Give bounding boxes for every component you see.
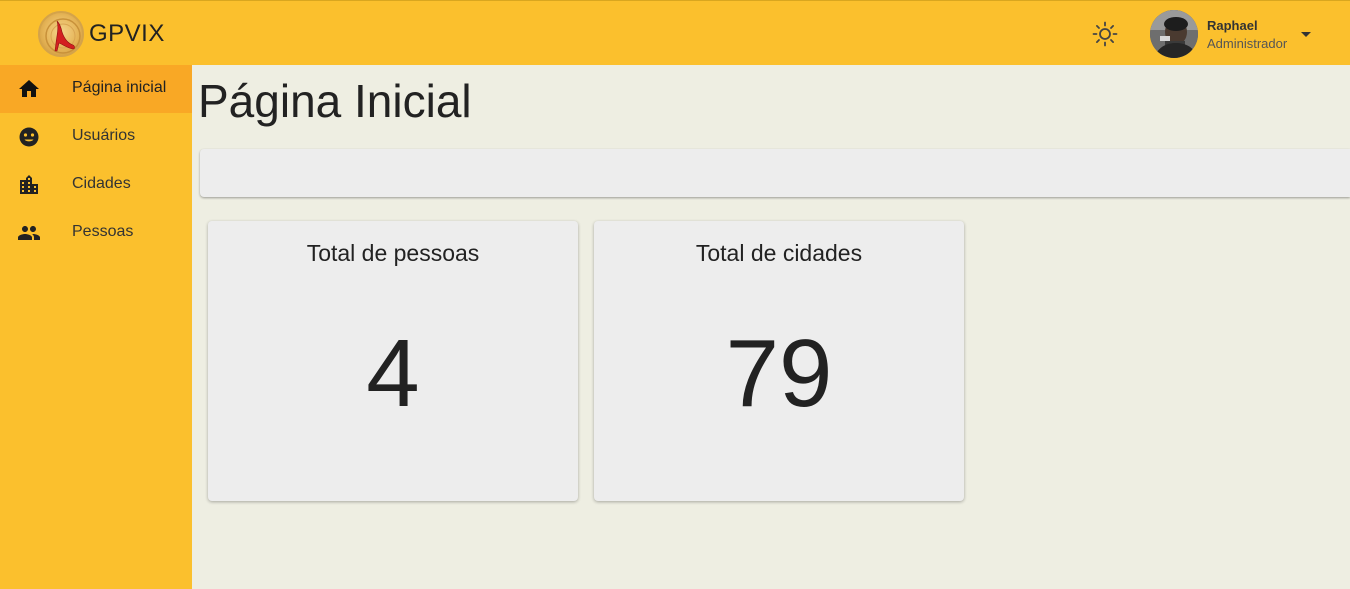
- avatar[interactable]: [1150, 10, 1198, 58]
- toolbar-panel: [200, 149, 1350, 197]
- user-name: Raphael: [1207, 18, 1258, 33]
- people-icon: [17, 221, 41, 245]
- sun-icon[interactable]: [1091, 20, 1119, 48]
- card-value: 4: [366, 320, 420, 427]
- card-title: Total de cidades: [695, 240, 863, 266]
- sidebar-item-label: Usuários: [72, 127, 136, 144]
- sidebar-item-pessoas[interactable]: Pessoas: [0, 209, 192, 257]
- card-total-pessoas: Total de pessoas 4: [208, 221, 578, 501]
- user-role: Administrador: [1207, 36, 1288, 51]
- home-icon: [17, 77, 41, 101]
- face-icon: [17, 125, 41, 149]
- sidebar: Página inicial Usuários Cidades Pessoas: [0, 65, 192, 589]
- top-bar: GPVIX Raphael Administrador: [0, 0, 1350, 65]
- sidebar-item-pagina-inicial[interactable]: Página inicial: [0, 65, 192, 113]
- sidebar-item-cidades[interactable]: Cidades: [0, 161, 192, 209]
- city-icon: [17, 173, 41, 197]
- sidebar-item-label: Página inicial: [72, 79, 167, 96]
- sidebar-item-usuarios[interactable]: Usuários: [0, 113, 192, 161]
- card-value: 79: [725, 320, 833, 427]
- heel-shoe-logo-icon[interactable]: [38, 11, 84, 57]
- caret-down-icon[interactable]: [1296, 25, 1316, 45]
- card-title: Total de pessoas: [306, 240, 480, 266]
- sidebar-item-label: Cidades: [72, 175, 131, 192]
- sidebar-item-label: Pessoas: [72, 223, 134, 240]
- app: GPVIX Raphael Administrador Página inici…: [0, 0, 1350, 589]
- page-title: Página Inicial: [198, 75, 472, 127]
- brand-name: GPVIX: [89, 20, 165, 47]
- card-total-cidades: Total de cidades 79: [594, 221, 964, 501]
